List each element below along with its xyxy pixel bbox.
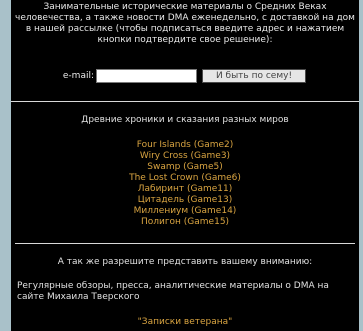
games-list: Four Islands (Game2) Wiry Cross (Game3) … [11,140,359,228]
divider [11,101,359,102]
email-label: e-mail: [62,71,94,81]
list-item: Миллениум (Game14) [11,206,359,217]
game-link-millennium[interactable]: Миллениум (Game14) [134,206,237,216]
game-link-four-islands[interactable]: Four Islands (Game2) [137,140,234,150]
subscribe-button[interactable]: И быть по сему! [202,69,306,83]
recommendation-description: Регулярные обзоры, пресса, аналитические… [17,281,329,302]
veteran-notes-link[interactable]: "Записки ветерана" [138,317,233,327]
game-link-lost-crown[interactable]: The Lost Crown (Game6) [129,173,241,183]
list-item: Four Islands (Game2) [11,140,359,151]
subscription-intro-text: Занимательные исторические материалы о С… [15,2,355,45]
list-item: Полигон (Game15) [11,217,359,228]
subscription-form: e-mail: И быть по сему! [11,69,359,83]
list-item: The Lost Crown (Game6) [11,173,359,184]
list-item: Цитадель (Game13) [11,195,359,206]
chronicles-heading: Древние хроники и сказания разных миров [81,115,289,125]
content-panel: Занимательные исторические материалы о С… [11,0,359,331]
game-link-polygon[interactable]: Полигон (Game15) [141,217,229,227]
email-input[interactable] [96,69,197,83]
site-link-row: "Записки ветерана" [11,317,359,328]
game-link-wiry-cross[interactable]: Wiry Cross (Game3) [140,151,230,161]
game-link-swamp[interactable]: Swamp (Game5) [147,162,222,172]
list-item: Лабиринт (Game11) [11,184,359,195]
list-item: Swamp (Game5) [11,162,359,173]
divider [15,243,355,244]
list-item: Wiry Cross (Game3) [11,151,359,162]
game-link-labyrinth[interactable]: Лабиринт (Game11) [138,184,233,194]
recommendation-heading: А так же разрешите представить вашему вн… [57,257,313,267]
game-link-citadel[interactable]: Цитадель (Game13) [138,195,233,205]
